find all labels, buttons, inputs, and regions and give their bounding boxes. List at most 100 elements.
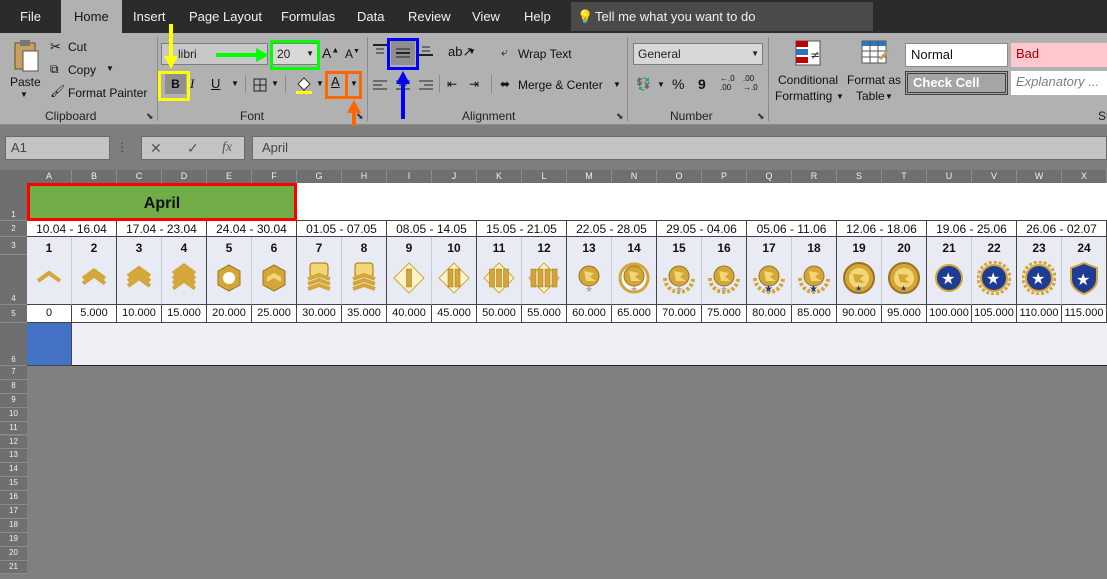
column-header-n[interactable]: N bbox=[612, 170, 657, 183]
column-header-f[interactable]: F bbox=[252, 170, 297, 183]
row-header-15[interactable]: 15 bbox=[0, 477, 27, 492]
level-cell[interactable]: 11 bbox=[477, 237, 522, 305]
formula-input[interactable]: April bbox=[252, 136, 1107, 160]
xp-value-cell[interactable]: 35.000 bbox=[342, 305, 387, 323]
grow-font-button[interactable]: A▲ bbox=[322, 45, 339, 61]
xp-value-cell[interactable]: 0 bbox=[27, 305, 72, 323]
column-header-q[interactable]: Q bbox=[747, 170, 792, 183]
tab-data[interactable]: Data bbox=[351, 0, 390, 33]
borders-dropdown-icon[interactable]: ▼ bbox=[271, 79, 279, 88]
paste-dropdown-icon[interactable]: ▼ bbox=[20, 90, 28, 99]
merge-center-button[interactable]: Merge & Center bbox=[518, 78, 603, 92]
tab-page-layout[interactable]: Page Layout bbox=[183, 0, 268, 33]
level-cell[interactable]: 16 ★ bbox=[702, 237, 747, 305]
selected-cell-a6[interactable] bbox=[27, 323, 72, 366]
shrink-font-button[interactable]: A▼ bbox=[345, 47, 360, 61]
italic-button[interactable]: I bbox=[190, 76, 194, 92]
underline-button[interactable]: U bbox=[211, 76, 220, 91]
level-cell[interactable]: 12 bbox=[522, 237, 567, 305]
column-header-d[interactable]: D bbox=[162, 170, 207, 183]
xp-value-cell[interactable]: 100.000 bbox=[927, 305, 972, 323]
align-bottom-icon[interactable] bbox=[418, 43, 434, 57]
column-header-e[interactable]: E bbox=[207, 170, 252, 183]
row-header-9[interactable]: 9 bbox=[0, 393, 27, 408]
xp-value-cell[interactable]: 55.000 bbox=[522, 305, 567, 323]
xp-value-cell[interactable]: 5.000 bbox=[72, 305, 117, 323]
xp-value-cell[interactable]: 25.000 bbox=[252, 305, 297, 323]
column-header-c[interactable]: C bbox=[117, 170, 162, 183]
orientation-dropdown-icon[interactable]: ▼ bbox=[468, 47, 476, 56]
align-right-icon[interactable] bbox=[418, 79, 434, 93]
level-cell[interactable]: 21 ★ bbox=[927, 237, 972, 305]
column-header-x[interactable]: X bbox=[1062, 170, 1107, 183]
conditional-formatting-button[interactable]: Conditional bbox=[778, 73, 838, 87]
increase-decimal-button[interactable]: ←.0 .00 bbox=[720, 74, 735, 92]
level-cell[interactable]: 20 ★ bbox=[882, 237, 927, 305]
column-header-m[interactable]: M bbox=[567, 170, 612, 183]
copy-button[interactable]: Copy bbox=[68, 63, 96, 77]
level-cell[interactable]: 10 bbox=[432, 237, 477, 305]
level-cell[interactable]: 22 ★ bbox=[972, 237, 1017, 305]
date-range-cell[interactable]: 22.05 - 28.05 bbox=[567, 221, 657, 237]
row-header-3[interactable]: 3 bbox=[0, 237, 27, 255]
date-range-cell[interactable]: 29.05 - 04.06 bbox=[657, 221, 747, 237]
percent-button[interactable]: % bbox=[672, 76, 684, 92]
column-header-i[interactable]: I bbox=[387, 170, 432, 183]
xp-value-cell[interactable]: 95.000 bbox=[882, 305, 927, 323]
tab-home[interactable]: Home bbox=[61, 0, 122, 35]
xp-value-cell[interactable]: 45.000 bbox=[432, 305, 477, 323]
align-left-icon[interactable] bbox=[372, 79, 388, 93]
column-header-g[interactable]: G bbox=[297, 170, 342, 183]
style-explanatory[interactable]: Explanatory ... bbox=[1011, 71, 1107, 95]
column-header-a[interactable]: A bbox=[27, 170, 72, 183]
style-check-cell[interactable]: Check Cell bbox=[905, 71, 1008, 95]
level-cell[interactable]: 5 bbox=[207, 237, 252, 305]
row-header-17[interactable]: 17 bbox=[0, 505, 27, 519]
row-header-1[interactable]: 1 bbox=[0, 183, 27, 221]
date-range-cell[interactable]: 26.06 - 02.07 bbox=[1017, 221, 1107, 237]
xp-value-cell[interactable]: 40.000 bbox=[387, 305, 432, 323]
level-cell[interactable]: 14 ★ bbox=[612, 237, 657, 305]
tell-me-search[interactable]: 💡 Tell me what you want to do bbox=[571, 2, 873, 31]
level-cell[interactable]: 9 bbox=[387, 237, 432, 305]
name-box[interactable]: A1 bbox=[5, 136, 110, 160]
row-header-12[interactable]: 12 bbox=[0, 435, 27, 450]
namebox-more-icon[interactable]: ⋮ bbox=[116, 140, 128, 154]
merge-dropdown-icon[interactable]: ▼ bbox=[613, 80, 621, 89]
level-cell[interactable]: 2 bbox=[72, 237, 117, 305]
date-range-cell[interactable]: 12.06 - 18.06 bbox=[837, 221, 927, 237]
tab-file[interactable]: File bbox=[14, 0, 47, 33]
column-header-j[interactable]: J bbox=[432, 170, 477, 183]
cut-button[interactable]: Cut bbox=[68, 40, 87, 54]
xp-value-cell[interactable]: 90.000 bbox=[837, 305, 882, 323]
row-header-20[interactable]: 20 bbox=[0, 546, 27, 561]
row-header-11[interactable]: 11 bbox=[0, 421, 27, 436]
fill-color-dropdown-icon[interactable]: ▼ bbox=[316, 79, 324, 88]
level-cell[interactable]: 19 ★ bbox=[837, 237, 882, 305]
underline-dropdown-icon[interactable]: ▼ bbox=[231, 79, 239, 88]
date-range-cell[interactable]: 10.04 - 16.04 bbox=[27, 221, 117, 237]
date-range-cell[interactable]: 19.06 - 25.06 bbox=[927, 221, 1017, 237]
level-cell[interactable]: 24 ★ bbox=[1062, 237, 1107, 305]
select-all-corner[interactable] bbox=[0, 170, 27, 183]
number-launcher-icon[interactable]: ⬊ bbox=[757, 111, 765, 122]
row-header-2[interactable]: 2 bbox=[0, 221, 27, 237]
xp-value-cell[interactable]: 15.000 bbox=[162, 305, 207, 323]
clipboard-launcher-icon[interactable]: ⬊ bbox=[146, 111, 154, 122]
decrease-decimal-button[interactable]: .00 →.0 bbox=[743, 74, 758, 92]
row-header-18[interactable]: 18 bbox=[0, 518, 27, 533]
xp-value-cell[interactable]: 75.000 bbox=[702, 305, 747, 323]
xp-value-cell[interactable]: 110.000 bbox=[1017, 305, 1062, 323]
row-header-8[interactable]: 8 bbox=[0, 379, 27, 394]
xp-value-cell[interactable]: 80.000 bbox=[747, 305, 792, 323]
row-header-21[interactable]: 21 bbox=[0, 560, 27, 575]
xp-value-cell[interactable]: 50.000 bbox=[477, 305, 522, 323]
row-1-empty-cells[interactable] bbox=[297, 183, 1107, 221]
column-header-s[interactable]: S bbox=[837, 170, 882, 183]
level-cell[interactable]: 3 bbox=[117, 237, 162, 305]
level-cell[interactable]: 13 ★ bbox=[567, 237, 612, 305]
tab-review[interactable]: Review bbox=[402, 0, 457, 33]
column-header-p[interactable]: P bbox=[702, 170, 747, 183]
xp-value-cell[interactable]: 85.000 bbox=[792, 305, 837, 323]
tab-help[interactable]: Help bbox=[518, 0, 557, 33]
